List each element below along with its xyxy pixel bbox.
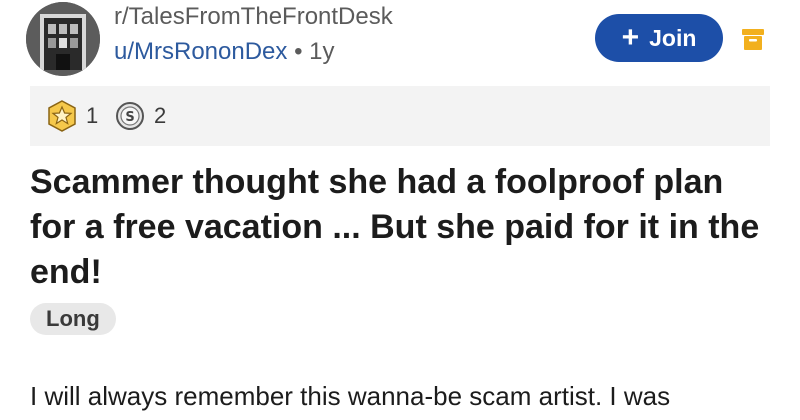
svg-text:S: S bbox=[125, 110, 134, 125]
post-flair[interactable]: Long bbox=[30, 303, 116, 335]
post-age: 1y bbox=[309, 38, 335, 65]
subreddit-name[interactable]: r/TalesFromTheFrontDesk bbox=[114, 3, 393, 31]
post-title[interactable]: Scammer thought she had a foolproof plan… bbox=[30, 160, 770, 295]
award-item[interactable]: S 2 bbox=[114, 100, 166, 132]
award-count: 2 bbox=[154, 103, 167, 128]
join-button[interactable]: + Join bbox=[595, 14, 723, 62]
subreddit-avatar[interactable] bbox=[26, 2, 100, 76]
post-body-preview[interactable]: I will always remember this wanna-be sca… bbox=[30, 381, 790, 412]
plus-icon: + bbox=[621, 21, 640, 54]
archive-icon[interactable] bbox=[740, 26, 766, 52]
award-item[interactable]: 1 bbox=[46, 100, 98, 132]
awards-bar: 1 S 2 bbox=[30, 86, 770, 146]
meta-separator: • bbox=[294, 38, 303, 65]
building-photo-icon bbox=[26, 2, 100, 76]
silver-award-icon: S bbox=[116, 102, 144, 130]
award-count: 1 bbox=[86, 103, 99, 128]
join-label: Join bbox=[649, 24, 697, 51]
author-link[interactable]: u/MrsRononDex bbox=[114, 38, 287, 65]
post-meta: u/MrsRononDex • 1y bbox=[114, 38, 335, 66]
star-award-icon bbox=[48, 100, 76, 132]
